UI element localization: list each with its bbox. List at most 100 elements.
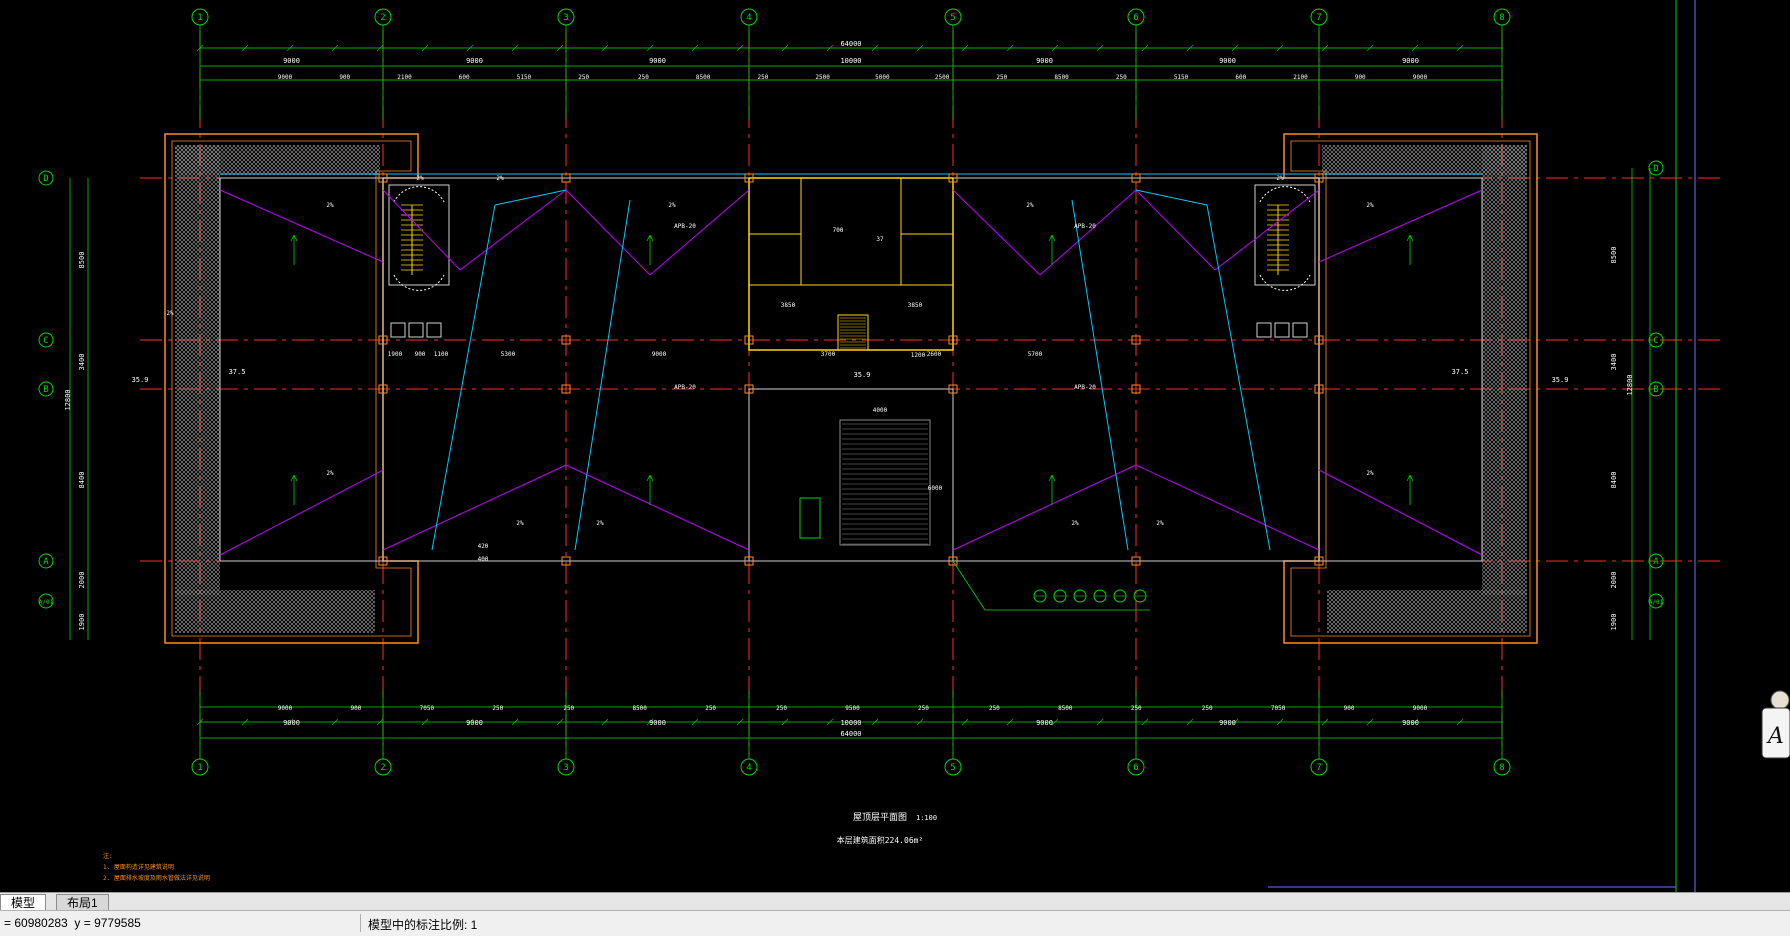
axis-label-right: D — [1653, 164, 1658, 174]
dim-top-row2: 5000 — [875, 74, 890, 81]
axis-label-top: 6 — [1133, 13, 1138, 23]
roof-hatch-left — [175, 145, 380, 175]
dim-top-row2: 250 — [757, 74, 768, 81]
axis-label-bottom: 8 — [1499, 763, 1504, 773]
elevation-label: 37.5 — [1452, 368, 1469, 376]
roof-hatch-right — [1482, 145, 1527, 595]
slope-line — [459, 189, 567, 271]
dim-top-row2: 250 — [578, 74, 589, 81]
slope-line — [565, 464, 750, 551]
axis-label-bottom: 7 — [1316, 763, 1321, 773]
axis-label-right: B — [1653, 385, 1658, 395]
cad-annotation: APB-20 — [1074, 223, 1096, 230]
dim-top-row2: 9000 — [278, 74, 293, 81]
slope-label: 2% — [326, 470, 334, 477]
drawing-note: 注: — [103, 852, 113, 860]
dim-bottom-row2: 9000 — [1036, 719, 1053, 727]
cad-annotation: 1900 — [388, 351, 403, 358]
cad-annotation: 3700 — [821, 351, 836, 358]
slope-label: 2% — [1026, 202, 1034, 209]
dim-bottom-row1: 900 — [1344, 705, 1355, 712]
slope-arrow — [1409, 474, 1414, 482]
drawing-area: 本层建筑面积224.06m² — [837, 835, 924, 845]
dim-left: 8500 — [78, 252, 86, 269]
axis-label-bottom: 1 — [197, 763, 202, 773]
drawing-title: 屋顶层平面图 — [853, 812, 907, 823]
slope-line — [219, 469, 384, 556]
axis-label-top: 8 — [1499, 13, 1504, 23]
dim-top-row2: 9000 — [1413, 74, 1428, 81]
cad-annotation: 9000 — [652, 351, 667, 358]
slope-line — [1214, 189, 1320, 271]
dim-bottom-row2: 9000 — [649, 719, 666, 727]
drawing-scale: 1:100 — [916, 814, 937, 822]
dim-top-row1: 9000 — [1402, 57, 1419, 65]
drain-line — [1135, 189, 1208, 206]
slope-line — [382, 189, 461, 271]
axis-label-right: C — [1653, 336, 1658, 346]
cad-annotation: 6000 — [928, 485, 943, 492]
dim-bottom-row1: 900 — [351, 705, 362, 712]
tab-model[interactable]: 模型 — [0, 894, 47, 911]
dim-right: 12800 — [1626, 374, 1634, 395]
axis-label-bottom: 4 — [746, 763, 751, 773]
vent-box — [1274, 322, 1290, 338]
slope-label: 2% — [596, 520, 604, 527]
dim-top-row1: 9000 — [649, 57, 666, 65]
dim-bottom-row2: 9000 — [466, 719, 483, 727]
annotation-scale-readout[interactable]: 模型中的标注比例: 1 — [368, 916, 477, 933]
axis-label-top: 4 — [746, 13, 751, 23]
access-hatch — [799, 497, 821, 539]
slope-arrow — [293, 234, 298, 242]
slope-label: 2% — [1366, 202, 1374, 209]
dim-bottom-row1: 250 — [705, 705, 716, 712]
dim-bottom-row2: 9000 — [1402, 719, 1419, 727]
drawing-note: 2. 屋面排水坡度及雨水管做法详见说明 — [103, 874, 210, 882]
cad-annotation: 700 — [833, 227, 844, 234]
cad-model-space[interactable]: 1 1 2 2 3 3 4 4 5 5 6 6 7 7 8 8 D D C C B B A A A/01 A/01 64000 640… — [0, 0, 1790, 892]
slope-label: 2% — [1366, 470, 1374, 477]
slope-arrow — [646, 474, 651, 482]
dim-bottom-row1: 250 — [989, 705, 1000, 712]
dim-bottom-row1: 9000 — [1413, 705, 1428, 712]
stair-arc — [393, 274, 445, 291]
dim-top-row2: 900 — [339, 74, 350, 81]
axis-label-top: 2 — [380, 13, 385, 23]
slope-arrow — [1048, 234, 1053, 242]
slope-line — [219, 189, 384, 263]
stair-arc — [1259, 274, 1311, 291]
elevation-label: 35.9 — [854, 371, 871, 379]
dim-top-row2: 250 — [996, 74, 1007, 81]
elevation-label: 35.9 — [132, 376, 149, 384]
roof-hatch-left — [175, 145, 220, 595]
dim-left: 3400 — [78, 354, 86, 371]
slope-arrow — [646, 234, 651, 242]
cad-annotation: 4000 — [873, 407, 888, 414]
cad-annotation: APB-20 — [674, 223, 696, 230]
axis-label-left: C — [43, 336, 48, 346]
slope-arrow — [1048, 474, 1053, 482]
dim-left: 1900 — [78, 614, 86, 631]
dim-top-row1: 10000 — [840, 57, 861, 65]
axis-label-left: A — [43, 557, 49, 567]
axis-label-left: D — [43, 174, 48, 184]
drain-line — [1206, 204, 1271, 551]
cad-annotation: APB-20 — [674, 384, 696, 391]
slope-label: 2% — [1071, 520, 1079, 527]
dim-bottom-row1: 9000 — [278, 705, 293, 712]
slope-label: 2% — [496, 175, 504, 182]
slope-arrow — [293, 474, 298, 482]
tab-layout1[interactable]: 布局1 — [56, 894, 109, 911]
dim-right: 1900 — [1610, 614, 1618, 631]
axis-label-bottom: 5 — [950, 763, 955, 773]
dim-bottom-row2: 9000 — [1219, 719, 1236, 727]
assistant-avatar-icon[interactable]: A — [1760, 690, 1790, 760]
drain-line — [431, 204, 496, 551]
dim-bottom-row1: 250 — [563, 705, 574, 712]
dim-bottom-row1: 8500 — [632, 705, 647, 712]
roof-hatch-right — [1327, 590, 1527, 633]
cad-drawing-canvas[interactable]: 1 1 2 2 3 3 4 4 5 5 6 6 7 7 8 8 D D C C B B A A A/01 A/01 64000 640… — [0, 0, 1790, 892]
dim-top-row2: 600 — [459, 74, 470, 81]
stair-arc — [1259, 186, 1311, 203]
cad-annotation: 900 — [415, 351, 426, 358]
